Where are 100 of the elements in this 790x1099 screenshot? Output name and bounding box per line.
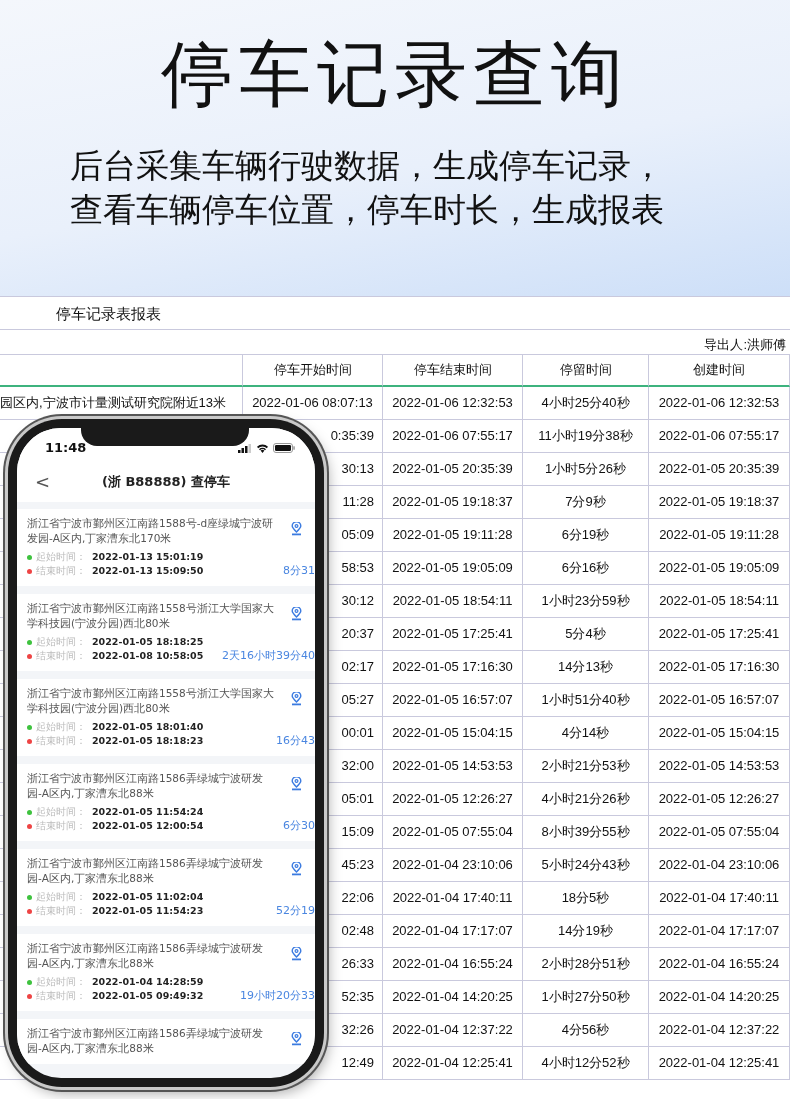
status-dot bbox=[27, 653, 32, 659]
table-cell-text: 2022-01-04 12:37:22 bbox=[658, 1021, 780, 1040]
back-button[interactable]: < bbox=[35, 473, 51, 491]
time-value: 2022-01-05 12:00:54 bbox=[92, 818, 204, 833]
time-value: 2022-01-08 10:58:05 bbox=[92, 648, 204, 663]
time-value: 2022-01-05 11:02:04 bbox=[92, 889, 204, 904]
table-cell-text: 2022-01-04 12:25:41 bbox=[658, 1054, 780, 1073]
table-cell-text: 2022-01-04 12:25:41 bbox=[392, 1054, 513, 1073]
map-pin-icon[interactable] bbox=[291, 522, 302, 536]
duration-label: 16分43 bbox=[276, 732, 315, 749]
time-value: 2022-01-05 09:49:32 bbox=[92, 988, 204, 1003]
duration-label: 19小时20分33 bbox=[240, 987, 315, 1004]
table-cell-text: 05:01 bbox=[341, 790, 374, 809]
status-dot bbox=[27, 554, 32, 560]
status-dot bbox=[27, 979, 32, 985]
wifi-icon bbox=[256, 443, 269, 453]
status-dot bbox=[27, 823, 32, 829]
table-cell-text: 1小时51分40秒 bbox=[541, 691, 630, 710]
time-value: 2022-01-13 15:09:50 bbox=[92, 563, 204, 578]
record-address: 浙江省宁波市鄞州区江南路1558号浙江大学国家大学科技园(宁波分园)西北80米 bbox=[27, 686, 275, 716]
table-cell-text: 2022-01-06 12:32:53 bbox=[392, 394, 513, 413]
record-card[interactable]: 浙江省宁波市鄞州区江南路1558号浙江大学国家大学科技园(宁波分园)西北80米 起始时间： 2022-01-05 18:18:25 结束时间： 2022-01-08 10:58:05 2天16小时39分40 bbox=[17, 594, 315, 671]
report-title: 停车记录表报表 bbox=[56, 305, 161, 322]
column-header: 停车结束时间 bbox=[413, 361, 492, 380]
table-cell-text: 2022-01-05 14:53:53 bbox=[392, 757, 513, 776]
time-label: 起始时间： bbox=[36, 974, 87, 989]
table-cell-text: 2022-01-05 15:04:15 bbox=[658, 724, 780, 743]
time-label: 起始时间： bbox=[36, 804, 87, 819]
table-cell-text: 1小时23分59秒 bbox=[541, 592, 630, 611]
time-label: 起始时间： bbox=[36, 889, 87, 904]
table-cell-text: 2022-01-04 17:40:11 bbox=[659, 889, 779, 908]
map-pin-icon[interactable] bbox=[291, 692, 302, 706]
table-cell-text: 12:49 bbox=[341, 1054, 374, 1073]
table-cell-text: 2022-01-05 12:26:27 bbox=[392, 790, 513, 809]
table-cell-text: 2022-01-04 17:17:07 bbox=[658, 922, 780, 941]
table-cell-text: 2022-01-05 17:16:30 bbox=[658, 658, 780, 677]
record-card[interactable]: 浙江省宁波市鄞州区江南路1586弄绿城宁波研发园-A区内,丁家漕东北88米 bbox=[17, 1019, 315, 1064]
table-cell-text: 6分16秒 bbox=[561, 559, 610, 578]
status-dot bbox=[27, 809, 32, 815]
table-cell-text: 2022-01-05 18:54:11 bbox=[659, 592, 779, 611]
record-card[interactable]: 浙江省宁波市鄞州区江南路1586弄绿城宁波研发园-A区内,丁家漕东北88米 起始时间： 2022-01-05 11:54:24 结束时间： 2022-01-05 12:00:54 6分30 bbox=[17, 764, 315, 841]
record-address: 浙江省宁波市鄞州区江南路1586弄绿城宁波研发园-A区内,丁家漕东北88米 bbox=[27, 941, 264, 971]
table-cell-text: 1小时27分50秒 bbox=[541, 988, 630, 1007]
status-dot bbox=[27, 639, 32, 645]
battery-icon bbox=[273, 443, 295, 453]
table-cell-text: 45:23 bbox=[341, 856, 374, 875]
time-value: 2022-01-04 14:28:59 bbox=[92, 974, 204, 989]
map-pin-icon[interactable] bbox=[291, 947, 302, 961]
status-dot bbox=[27, 993, 32, 999]
map-pin-icon[interactable] bbox=[291, 777, 302, 791]
table-cell-text: 2022-01-05 07:55:04 bbox=[658, 823, 780, 842]
duration-label: 52分19 bbox=[276, 902, 315, 919]
table-cell-text: 2022-01-04 23:10:06 bbox=[658, 856, 780, 875]
record-address: 浙江省宁波市鄞州区江南路1586弄绿城宁波研发园-A区内,丁家漕东北88米 bbox=[27, 771, 264, 801]
table-cell-text: 8小时39分55秒 bbox=[541, 823, 630, 842]
record-card[interactable]: 浙江省宁波市鄞州区江南路1586弄绿城宁波研发园-A区内,丁家漕东北88米 起始时间： 2022-01-04 14:28:59 结束时间： 2022-01-05 09:49:32 19小时20分33 bbox=[17, 934, 315, 1011]
table-cell-text: 52:35 bbox=[341, 988, 374, 1007]
table-cell-text: 30:13 bbox=[341, 460, 374, 479]
record-card[interactable]: 浙江省宁波市鄞州区江南路1588号-d座绿城宁波研发园-A区内,丁家漕东北170米 起始时间： 2022-01-13 15:01:19 结束时间： 2022-01-13 15:09:50 8分31 bbox=[17, 509, 315, 586]
table-cell-text: 32:00 bbox=[341, 757, 374, 776]
map-pin-icon[interactable] bbox=[291, 1032, 302, 1046]
table-cell-text: 4分14秒 bbox=[561, 724, 610, 743]
status-dot bbox=[27, 738, 32, 744]
table-cell-text: 2022-01-06 12:32:53 bbox=[658, 394, 780, 413]
table-cell-text: 2022-01-05 17:25:41 bbox=[658, 625, 780, 644]
table-cell-text: 2022-01-06 07:55:17 bbox=[392, 427, 513, 446]
table-cell-text: 2022-01-04 16:55:24 bbox=[392, 955, 513, 974]
table-cell-text: 2小时21分53秒 bbox=[541, 757, 630, 776]
time-label: 结束时间： bbox=[36, 648, 87, 663]
table-cell-text: 2022-01-05 14:53:53 bbox=[658, 757, 780, 776]
column-header: 创建时间 bbox=[693, 361, 745, 380]
map-pin-icon[interactable] bbox=[291, 607, 302, 621]
column-header: 停车开始时间 bbox=[273, 361, 352, 380]
status-time: 11:48 bbox=[45, 439, 87, 458]
table-cell-text: 4分56秒 bbox=[561, 1021, 610, 1040]
time-value: 2022-01-05 18:18:25 bbox=[92, 634, 204, 649]
table-cell-text: 2022-01-05 18:54:11 bbox=[392, 592, 513, 611]
time-label: 结束时间： bbox=[36, 903, 87, 918]
table-cell-text: 22:06 bbox=[341, 889, 374, 908]
record-address: 浙江省宁波市鄞州区江南路1558号浙江大学国家大学科技园(宁波分园)西北80米 bbox=[27, 601, 275, 631]
table-cell-text: 4小时21分26秒 bbox=[541, 790, 630, 809]
table-cell-text: 20:37 bbox=[341, 625, 374, 644]
record-card[interactable]: 浙江省宁波市鄞州区江南路1586弄绿城宁波研发园-A区内,丁家漕东北88米 起始时间： 2022-01-05 11:02:04 结束时间： 2022-01-05 11:54:23 52分19 bbox=[17, 849, 315, 926]
record-address: 浙江省宁波市鄞州区江南路1586弄绿城宁波研发园-A区内,丁家漕东北88米 bbox=[27, 1026, 264, 1056]
table-cell-text: 2022-01-05 15:04:15 bbox=[392, 724, 513, 743]
time-label: 起始时间： bbox=[36, 634, 87, 649]
table-cell-text: 32:26 bbox=[341, 1021, 374, 1040]
table-cell-text: 5分4秒 bbox=[565, 625, 606, 644]
duration-label: 8分31 bbox=[283, 562, 315, 579]
time-label: 结束时间： bbox=[36, 818, 87, 833]
table-cell-text: 2022-01-06 08:07:13 bbox=[252, 394, 373, 413]
table-cell-text: 2022-01-05 12:26:27 bbox=[658, 790, 780, 809]
table-cell-text: 2022-01-04 14:20:25 bbox=[392, 988, 513, 1007]
map-pin-icon[interactable] bbox=[291, 862, 302, 876]
record-card[interactable]: 浙江省宁波市鄞州区江南路1558号浙江大学国家大学科技园(宁波分园)西北80米 起始时间： 2022-01-05 18:01:40 结束时间： 2022-01-05 18:18:23 16分43 bbox=[17, 679, 315, 756]
table-cell-text: 2022-01-06 07:55:17 bbox=[658, 427, 780, 446]
table-cell-text: 2022-01-05 19:18:37 bbox=[392, 493, 513, 512]
headline: 停车记录查询 bbox=[160, 38, 630, 110]
status-dot bbox=[27, 568, 32, 574]
table-cell-text: 2022-01-05 17:25:41 bbox=[392, 625, 513, 644]
